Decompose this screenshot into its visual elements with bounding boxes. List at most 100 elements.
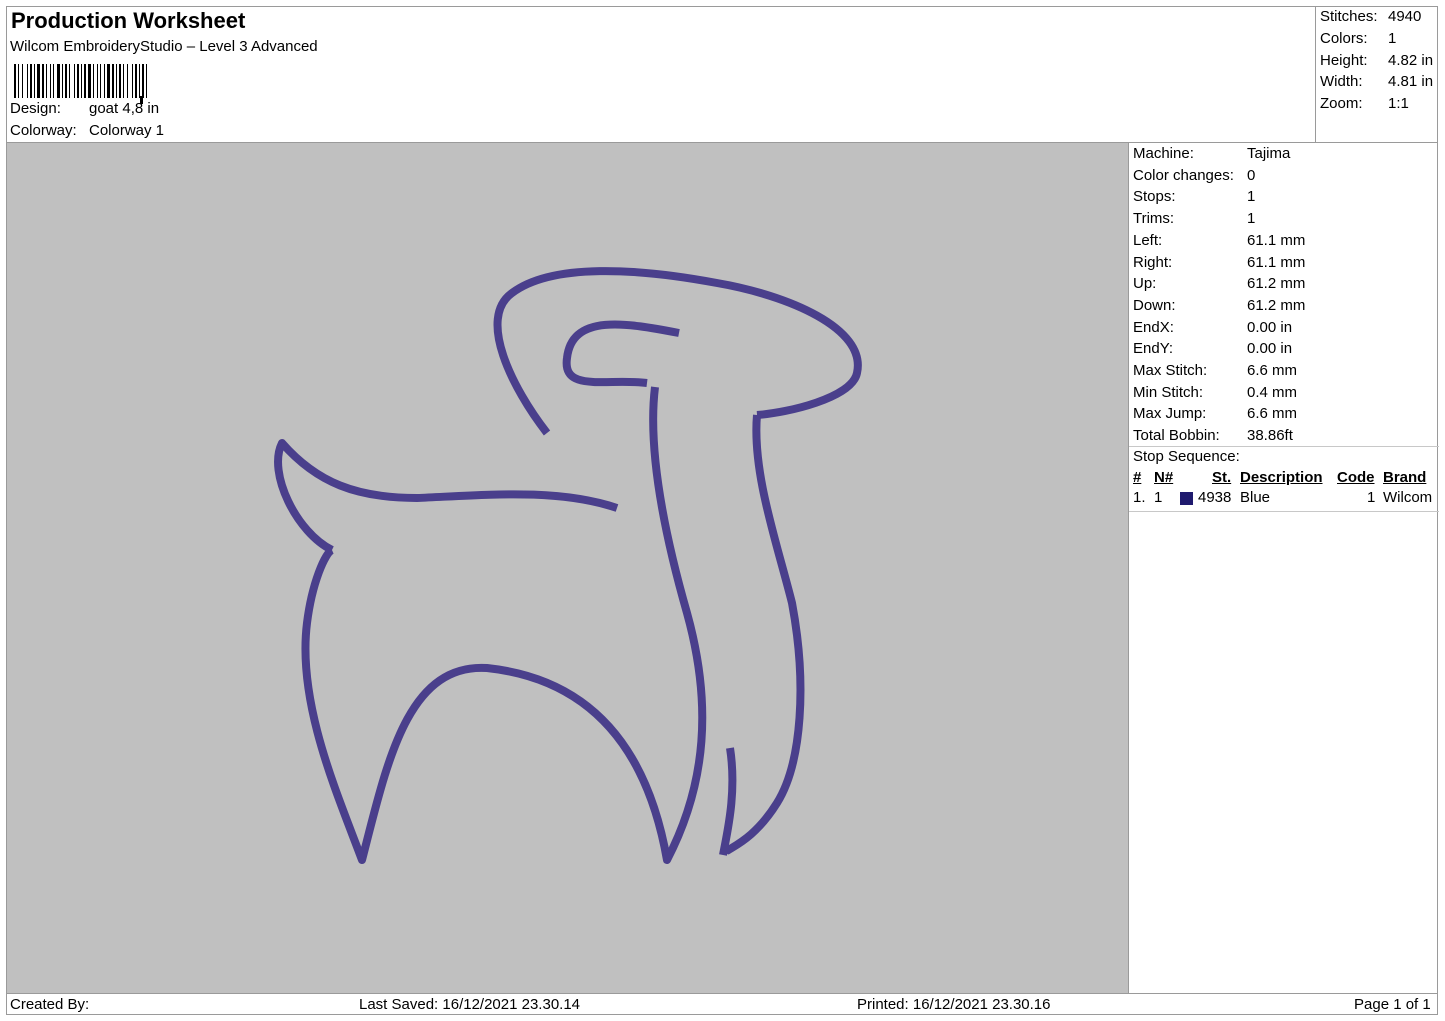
machine-info-row: Max Stitch: 6.6 mm bbox=[1133, 362, 1297, 379]
colorway-value: Colorway 1 bbox=[89, 122, 165, 139]
row-num: 1. bbox=[1133, 489, 1146, 506]
col-code: Code bbox=[1337, 469, 1375, 486]
stat-value: 1 bbox=[1388, 30, 1397, 47]
page-title: Production Worksheet bbox=[11, 8, 246, 33]
row-brand: Wilcom bbox=[1383, 489, 1433, 506]
stat-value: 1:1 bbox=[1388, 95, 1409, 112]
last-saved: Last Saved: 16/12/2021 23.30.14 bbox=[359, 996, 581, 1013]
machine-info-label: Up: bbox=[1133, 275, 1157, 293]
machine-info-value: 61.1 mm bbox=[1247, 253, 1306, 271]
goat-head-outline bbox=[493, 267, 862, 436]
machine-info-label: Min Stitch: bbox=[1133, 383, 1204, 401]
row-n: 1 bbox=[1154, 489, 1163, 506]
divider bbox=[1129, 446, 1439, 447]
software-name: Wilcom EmbroideryStudio – Level 3 Advanc… bbox=[10, 38, 318, 55]
machine-info-row: Machine: Tajima bbox=[1133, 145, 1290, 162]
goat-front-leg bbox=[719, 747, 737, 856]
stat-label: Zoom: bbox=[1320, 95, 1363, 112]
machine-info-row: Up: 61.2 mm bbox=[1133, 275, 1305, 292]
stat-row: Width: 4.81 in bbox=[1320, 73, 1433, 90]
col-n: N# bbox=[1154, 469, 1174, 486]
col-st: St. bbox=[1212, 469, 1232, 486]
stop-sequence-header: # N# St. Description Code Brand bbox=[1129, 469, 1439, 489]
stat-label: Height: bbox=[1320, 52, 1368, 69]
color-swatch bbox=[1180, 492, 1193, 505]
machine-info-label: Total Bobbin: bbox=[1133, 427, 1220, 445]
goat-back-tail bbox=[274, 439, 619, 554]
col-description: Description bbox=[1240, 469, 1323, 486]
goat-body-outline bbox=[301, 386, 707, 864]
design-row: Design: goat 4,8 in bbox=[10, 100, 159, 117]
machine-info-row: Stops: 1 bbox=[1133, 188, 1255, 205]
stat-value: 4.82 in bbox=[1388, 52, 1434, 69]
machine-info-row: Min Stitch: 0.4 mm bbox=[1133, 384, 1297, 401]
machine-info-value: 0.00 in bbox=[1247, 318, 1293, 336]
machine-info-label: EndY: bbox=[1133, 340, 1174, 358]
stat-label: Colors: bbox=[1320, 30, 1368, 47]
machine-info-value: 61.1 mm bbox=[1247, 231, 1306, 249]
col-num: # bbox=[1133, 469, 1142, 486]
stat-row: Zoom: 1:1 bbox=[1320, 95, 1409, 112]
machine-info-value: Tajima bbox=[1247, 145, 1291, 162]
worksheet-footer: Created By: Last Saved: 16/12/2021 23.30… bbox=[6, 993, 1438, 1016]
machine-info-value: 1 bbox=[1247, 188, 1256, 206]
machine-info-label: Left: bbox=[1133, 231, 1163, 249]
machine-info-label: Max Jump: bbox=[1133, 405, 1207, 423]
machine-info-row: Trims: 1 bbox=[1133, 210, 1255, 227]
colorway-row: Colorway: Colorway 1 bbox=[10, 122, 164, 139]
divider bbox=[1129, 511, 1439, 512]
machine-info-label: Machine: bbox=[1133, 145, 1194, 162]
machine-info-value: 38.86ft bbox=[1247, 427, 1293, 445]
machine-info-row: Color changes: 0 bbox=[1133, 167, 1255, 184]
machine-info-row: Total Bobbin: 38.86ft bbox=[1133, 427, 1293, 444]
worksheet-header: Production Worksheet Wilcom EmbroiderySt… bbox=[6, 6, 1315, 143]
machine-info-value: 61.2 mm bbox=[1247, 275, 1306, 293]
machine-info-row: Left: 61.1 mm bbox=[1133, 232, 1305, 249]
stop-sequence-title: Stop Sequence: bbox=[1133, 448, 1240, 465]
stat-value: 4.81 in bbox=[1388, 73, 1434, 90]
stat-value: 4940 bbox=[1388, 8, 1422, 25]
machine-info-label: Max Stitch: bbox=[1133, 362, 1208, 379]
machine-info-label: Right: bbox=[1133, 253, 1173, 271]
machine-info-value: 1 bbox=[1247, 210, 1256, 228]
col-brand: Brand bbox=[1383, 469, 1427, 486]
machine-info-label: Color changes: bbox=[1133, 166, 1234, 184]
stat-row: Height: 4.82 in bbox=[1320, 52, 1433, 69]
colorway-label: Colorway: bbox=[10, 122, 77, 139]
machine-info-value: 0.4 mm bbox=[1247, 383, 1298, 401]
stat-row: Stitches: 4940 bbox=[1320, 8, 1421, 25]
stat-label: Width: bbox=[1320, 73, 1363, 90]
goat-neck-front bbox=[721, 414, 805, 856]
design-preview bbox=[7, 143, 1128, 993]
machine-info-row: EndX: 0.00 in bbox=[1133, 319, 1292, 336]
machine-info-value: 6.6 mm bbox=[1247, 405, 1298, 423]
created-by: Created By: bbox=[10, 996, 90, 1013]
machine-info-row: EndY: 0.00 in bbox=[1133, 340, 1292, 357]
machine-info-row: Right: 61.1 mm bbox=[1133, 254, 1305, 271]
machine-info-value: 6.6 mm bbox=[1247, 362, 1298, 379]
machine-info-label: Trims: bbox=[1133, 210, 1175, 228]
design-value: goat 4,8 in bbox=[89, 100, 160, 117]
row-st: 4938 bbox=[1198, 489, 1232, 506]
stat-label: Stitches: bbox=[1320, 8, 1378, 25]
machine-info-value: 61.2 mm bbox=[1247, 296, 1306, 314]
machine-info-label: Down: bbox=[1133, 296, 1176, 314]
stat-row: Colors: 1 bbox=[1320, 30, 1396, 47]
machine-panel: Machine: Tajima Color changes: 0 Stops: 1 Trim… bbox=[1128, 143, 1439, 993]
row-description: Blue bbox=[1240, 489, 1271, 506]
machine-info-value: 0.00 in bbox=[1247, 340, 1293, 358]
machine-info-value: 0 bbox=[1247, 166, 1256, 184]
printed-date: Printed: 16/12/2021 23.30.16 bbox=[857, 996, 1051, 1013]
stats-panel: Stitches: 4940 Colors: 1 Height: 4.82 in Wi… bbox=[1315, 6, 1439, 143]
machine-info-row: Max Jump: 6.6 mm bbox=[1133, 405, 1297, 422]
goat-embroidery-outline bbox=[274, 267, 862, 864]
machine-info-label: Stops: bbox=[1133, 188, 1176, 206]
table-row: 1. 1 4938 Blue 1 Wilcom bbox=[1129, 489, 1439, 509]
barcode-icon bbox=[14, 64, 147, 104]
machine-info-row: Down: 61.2 mm bbox=[1133, 297, 1305, 314]
page-number: Page 1 of 1 bbox=[1354, 996, 1431, 1013]
machine-info-label: EndX: bbox=[1133, 318, 1174, 336]
goat-horn-curl bbox=[562, 320, 680, 387]
design-label: Design: bbox=[10, 100, 61, 117]
row-code: 1 bbox=[1367, 489, 1376, 506]
